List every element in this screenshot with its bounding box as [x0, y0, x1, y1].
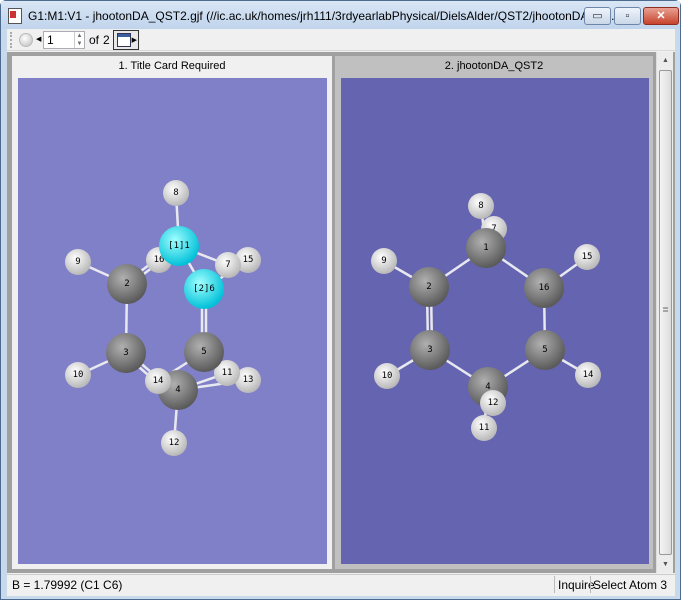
atom-H12[interactable]: 12 [161, 430, 187, 456]
atom-H11[interactable]: 11 [471, 415, 497, 441]
view-mode-button[interactable]: ▶ [113, 30, 139, 50]
atom-H8[interactable]: 8 [163, 180, 189, 206]
minimize-button[interactable]: ▭ [584, 7, 611, 25]
view-area: 1. Title Card Required 8 9 16 15 7 [1]1 2 [2]6 1… [7, 52, 675, 573]
atom-label: 9 [75, 257, 80, 267]
atom-C1[interactable]: 1 [466, 228, 506, 268]
atom-C2[interactable]: 2 [409, 267, 449, 307]
atom-label: 3 [123, 348, 128, 358]
dropdown-arrow-icon[interactable]: ◀ [36, 35, 41, 43]
molecule-panel-2[interactable]: 2. jhootonDA_QST2 7 8 1 9 15 2 16 3 5 10 14 11 4 12 [335, 56, 653, 569]
window: G1:M1:V1 - jhootonDA_QST2.gjf (//ic.ac.u… [0, 0, 681, 600]
atom-H9[interactable]: 9 [65, 249, 91, 275]
atom-label: 10 [382, 371, 393, 381]
app-icon [8, 8, 22, 24]
vertical-scrollbar[interactable]: ▲ ═ ═ ▼ [656, 52, 673, 573]
molecule-view[interactable]: 7819 152 163 510 1411412 [341, 78, 649, 564]
atom-label: 9 [381, 256, 386, 266]
atom-C16[interactable]: 16 [524, 268, 564, 308]
atom-label: 12 [488, 398, 499, 408]
frame-number-input[interactable]: 1 ▲ ▼ [43, 31, 85, 49]
maximize-button[interactable]: ▫ [614, 7, 641, 25]
atom-label: 8 [478, 201, 483, 211]
atom-H7[interactable]: 7 [215, 252, 241, 278]
atom-label: 15 [582, 252, 593, 262]
atom-C6[interactable]: [2]6 [184, 269, 224, 309]
divider [554, 576, 555, 593]
molecule-panel-1[interactable]: 1. Title Card Required 8 9 16 15 7 [1]1 2 [2]6 1… [12, 56, 332, 569]
atom-label: 4 [175, 385, 180, 395]
atom-H9[interactable]: 9 [371, 248, 397, 274]
molecule-canvas-2[interactable]: 7 8 1 9 15 2 16 3 5 10 14 11 4 12 [341, 78, 649, 564]
of-label: of [89, 33, 100, 47]
status-bond-length: B = 1.79992 (C1 C6) [12, 578, 123, 592]
atom-label: 10 [73, 370, 84, 380]
atom-H8[interactable]: 8 [468, 193, 494, 219]
toolbar-grip-icon[interactable] [10, 32, 13, 48]
atom-C5[interactable]: 5 [184, 332, 224, 372]
atom-label: 13 [243, 375, 254, 385]
atom-C1[interactable]: [1]1 [159, 226, 199, 266]
atom-C3[interactable]: 3 [410, 330, 450, 370]
atom-label: 2 [124, 279, 129, 289]
atom-label: 2 [426, 282, 431, 292]
atom-H12[interactable]: 12 [480, 390, 506, 416]
atom-label: 11 [479, 423, 490, 433]
window-title: G1:M1:V1 - jhootonDA_QST2.gjf (//ic.ac.u… [28, 9, 615, 23]
atom-label: 8 [173, 188, 178, 198]
toolbar: ◀ 1 ▲ ▼ of 2 ▶ [7, 29, 675, 51]
atom-C3[interactable]: 3 [106, 333, 146, 373]
scroll-down-icon[interactable]: ▼ [657, 556, 674, 573]
animation-circle-icon[interactable] [19, 33, 33, 47]
frame-value: 1 [47, 33, 54, 47]
panel-title: 1. Title Card Required [118, 60, 226, 72]
panel-title: 2. jhootonDA_QST2 [444, 60, 544, 72]
atom-label: 12 [169, 438, 180, 448]
atom-label: 11 [222, 368, 233, 378]
status-bar: B = 1.79992 (C1 C6) Inquire Select Atom … [7, 574, 675, 594]
atom-label: 7 [225, 260, 230, 270]
atom-label: [2]6 [193, 284, 215, 294]
molecule-view[interactable]: 89 16 157[1]12 [2]61031311541412 [18, 78, 327, 564]
title-bar[interactable]: G1:M1:V1 - jhootonDA_QST2.gjf (//ic.ac.u… [1, 1, 680, 29]
atom-C5[interactable]: 5 [525, 330, 565, 370]
atom-label: 5 [542, 345, 547, 355]
atom-label: 14 [583, 370, 594, 380]
atom-H14[interactable]: 14 [575, 362, 601, 388]
divider [590, 576, 591, 593]
atom-H10[interactable]: 10 [374, 363, 400, 389]
scroll-up-icon[interactable]: ▲ [657, 52, 674, 69]
atom-C2[interactable]: 2 [107, 264, 147, 304]
close-button[interactable]: ✕ [643, 7, 679, 25]
atom-label: 1 [483, 243, 488, 253]
atom-label: 15 [243, 255, 254, 265]
atom-label: [1]1 [168, 241, 190, 251]
scroll-thumb[interactable]: ═ ═ [659, 70, 672, 555]
atom-H14[interactable]: 14 [145, 368, 171, 394]
window-icon [117, 33, 131, 47]
frame-spinner[interactable]: ▲ ▼ [74, 32, 84, 48]
status-hint: Select Atom 3 [593, 578, 668, 592]
atom-label: 3 [427, 345, 432, 355]
atom-H10[interactable]: 10 [65, 362, 91, 388]
atom-label: 14 [153, 376, 164, 386]
atom-H15[interactable]: 15 [574, 244, 600, 270]
atom-label: 16 [539, 283, 550, 293]
client-area: ◀ 1 ▲ ▼ of 2 ▶ 1. Title Card Required 8 9 16… [7, 29, 675, 596]
molecule-canvas-1[interactable]: 8 9 16 15 7 [1]1 2 [2]6 10 3 13 11 5 4 14 12 [18, 78, 327, 564]
atom-label: 5 [201, 347, 206, 357]
frame-total: 2 [103, 33, 110, 47]
dropdown-arrow-icon: ▶ [131, 37, 137, 44]
